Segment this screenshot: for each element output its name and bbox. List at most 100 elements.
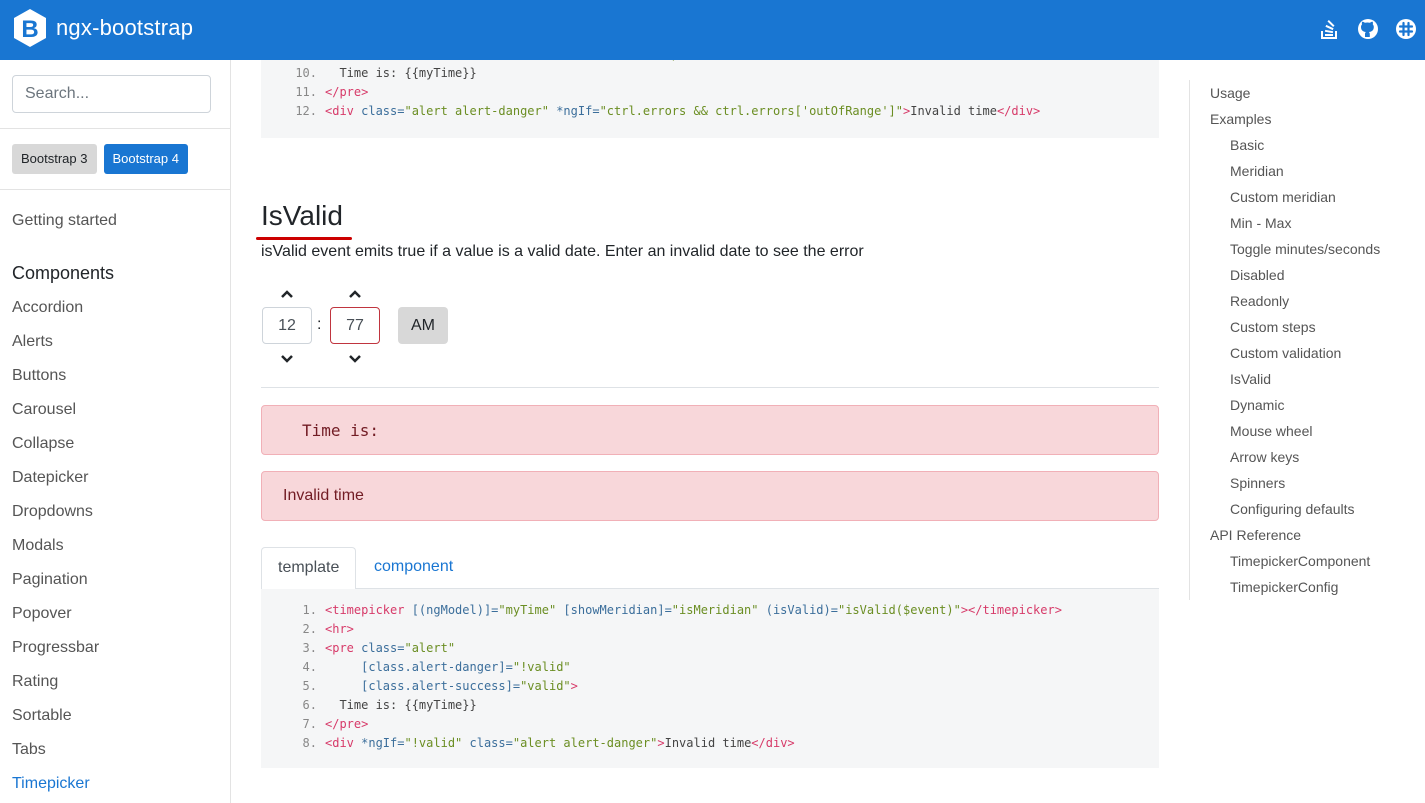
line-number: 6. [302, 698, 317, 712]
search-input[interactable] [12, 75, 211, 113]
toc-list: Usage Examples Basic Meridian Custom meridia… [1210, 83, 1380, 603]
toc-item-timepickerconfig[interactable]: TimepickerConfig [1210, 577, 1380, 603]
sidebar-item-progressbar[interactable]: Progressbar [12, 638, 99, 672]
line-number: 7. [302, 717, 317, 731]
line-number: 3. [302, 641, 317, 655]
minutes-input[interactable] [330, 307, 380, 344]
header-icons [1317, 16, 1419, 42]
sidebar-item-dropdowns[interactable]: Dropdowns [12, 502, 99, 536]
toc-item-configuring-defaults[interactable]: Configuring defaults [1210, 499, 1380, 525]
github-icon[interactable] [1355, 16, 1381, 42]
sidebar-item-timepicker[interactable]: Timepicker [12, 774, 99, 803]
code-tabs: template component [261, 547, 1159, 590]
toc-item-meridian[interactable]: Meridian [1210, 161, 1380, 187]
brand-title[interactable]: ngx-bootstrap [56, 14, 193, 42]
components-nav-list: Accordion Alerts Buttons Carousel Collapse Da… [12, 298, 99, 803]
code-token: "myTime" [498, 603, 557, 617]
toc-item-spinners[interactable]: Spinners [1210, 473, 1380, 499]
code-token: [showMeridian]= [556, 603, 672, 617]
toc-item-examples[interactable]: Examples [1210, 109, 1380, 135]
toc-item-min-max[interactable]: Min - Max [1210, 213, 1380, 239]
svg-text:B: B [21, 16, 38, 43]
code-token: [class.alert-danger]= [325, 660, 513, 674]
search-wrapper [12, 75, 211, 113]
toc-item-usage[interactable]: Usage [1210, 83, 1380, 109]
bootstrap-version-switch: Bootstrap 3 Bootstrap 4 [12, 144, 188, 174]
meridian-toggle-button[interactable]: AM [398, 307, 448, 344]
sidebar-item-tabs[interactable]: Tabs [12, 740, 99, 774]
sidebar-item-collapse[interactable]: Collapse [12, 434, 99, 468]
toc-item-readonly[interactable]: Readonly [1210, 291, 1380, 317]
sidebar-item-pagination[interactable]: Pagination [12, 570, 99, 604]
code-token: class= [361, 104, 405, 118]
code-token: [(ngModel)]= [411, 603, 499, 617]
code-token: <timepicker [325, 603, 412, 617]
code-line: 6. Time is: {{myTime}} [287, 696, 1062, 715]
line-number: 2. [302, 622, 317, 636]
sidebar-item-modals[interactable]: Modals [12, 536, 99, 570]
toc-item-arrow-keys[interactable]: Arrow keys [1210, 447, 1380, 473]
code-token: [class.alert-success]= [325, 679, 521, 693]
ngx-bootstrap-logo-icon[interactable]: B [12, 8, 48, 48]
hours-increment-icon[interactable] [275, 287, 299, 301]
code-token: "isValid($event)" [837, 603, 961, 617]
sidebar-getting-started-link[interactable]: Getting started [12, 212, 117, 230]
sidebar-divider [0, 189, 230, 190]
invalid-time-alert: Invalid time [261, 471, 1159, 521]
tab-component[interactable]: component [358, 547, 469, 589]
components-heading: Components [12, 263, 115, 283]
toc-item-timepickercomponent[interactable]: TimepickerComponent [1210, 551, 1380, 577]
code-token: [class.alert-success]= [325, 60, 520, 61]
code-token: "ctrl.errors && ctrl.errors['outOfRange'… [599, 104, 903, 118]
section-description: isValid event emits true if a value is a… [261, 243, 864, 260]
code-line: 10. Time is: {{myTime}} [287, 64, 1040, 83]
code-line: 7. </pre> [287, 715, 1062, 734]
code-token: class= [462, 736, 513, 750]
code-block-template: 1. <timepicker [(ngModel)]="myTime" [show… [261, 589, 1159, 768]
code-listing: 1. <timepicker [(ngModel)]="myTime" [show… [287, 601, 1062, 753]
toc-item-disabled[interactable]: Disabled [1210, 265, 1380, 291]
toc-item-custom-steps[interactable]: Custom steps [1210, 317, 1380, 343]
sidebar-item-sortable[interactable]: Sortable [12, 706, 99, 740]
sidebar-item-datepicker[interactable]: Datepicker [12, 468, 99, 502]
tab-template[interactable]: template [261, 547, 357, 590]
toc-item-api-reference[interactable]: API Reference [1210, 525, 1380, 551]
slack-icon[interactable] [1393, 16, 1419, 42]
line-number: 12. [295, 104, 317, 118]
toc-item-isvalid[interactable]: IsValid [1210, 369, 1380, 395]
stackoverflow-icon[interactable] [1317, 16, 1343, 42]
sidebar-item-carousel[interactable]: Carousel [12, 400, 99, 434]
sidebar-item-popover[interactable]: Popover [12, 604, 99, 638]
hours-input[interactable] [262, 307, 312, 344]
code-token: Invalid time [910, 104, 997, 118]
minutes-decrement-icon[interactable] [343, 352, 367, 366]
minutes-increment-icon[interactable] [343, 287, 367, 301]
bootstrap-3-button[interactable]: Bootstrap 3 [12, 144, 97, 174]
horizontal-rule [261, 387, 1159, 388]
code-token: Invalid time [664, 736, 752, 750]
toc-item-mouse-wheel[interactable]: Mouse wheel [1210, 421, 1380, 447]
sidebar-item-buttons[interactable]: Buttons [12, 366, 99, 400]
sidebar-divider [0, 128, 230, 129]
code-token: <div [325, 104, 362, 118]
bootstrap-4-button[interactable]: Bootstrap 4 [103, 144, 188, 174]
toc-item-basic[interactable]: Basic [1210, 135, 1380, 161]
sidebar-item-accordion[interactable]: Accordion [12, 298, 99, 332]
sidebar-item-rating[interactable]: Rating [12, 672, 99, 706]
code-token: "isMeridian" [671, 603, 759, 617]
hours-decrement-icon[interactable] [275, 352, 299, 366]
title-underline [256, 237, 352, 240]
toc-item-toggle-minutes-seconds[interactable]: Toggle minutes/seconds [1210, 239, 1380, 265]
sidebar-item-alerts[interactable]: Alerts [12, 332, 99, 366]
toc-item-custom-validation[interactable]: Custom validation [1210, 343, 1380, 369]
line-number: 4. [302, 660, 317, 674]
code-token: > [657, 736, 665, 750]
line-number: 8. [302, 736, 317, 750]
code-token: "alert alert-danger" [404, 104, 549, 118]
toc-item-custom-meridian[interactable]: Custom meridian [1210, 187, 1380, 213]
code-line: 4. [class.alert-danger]="!valid" [287, 658, 1062, 677]
toc-item-dynamic[interactable]: Dynamic [1210, 395, 1380, 421]
code-token: ></timepicker> [960, 603, 1062, 617]
code-listing: 9. [class.alert-success]="ctrl.valid && … [287, 60, 1040, 121]
time-separator: : [317, 316, 322, 333]
